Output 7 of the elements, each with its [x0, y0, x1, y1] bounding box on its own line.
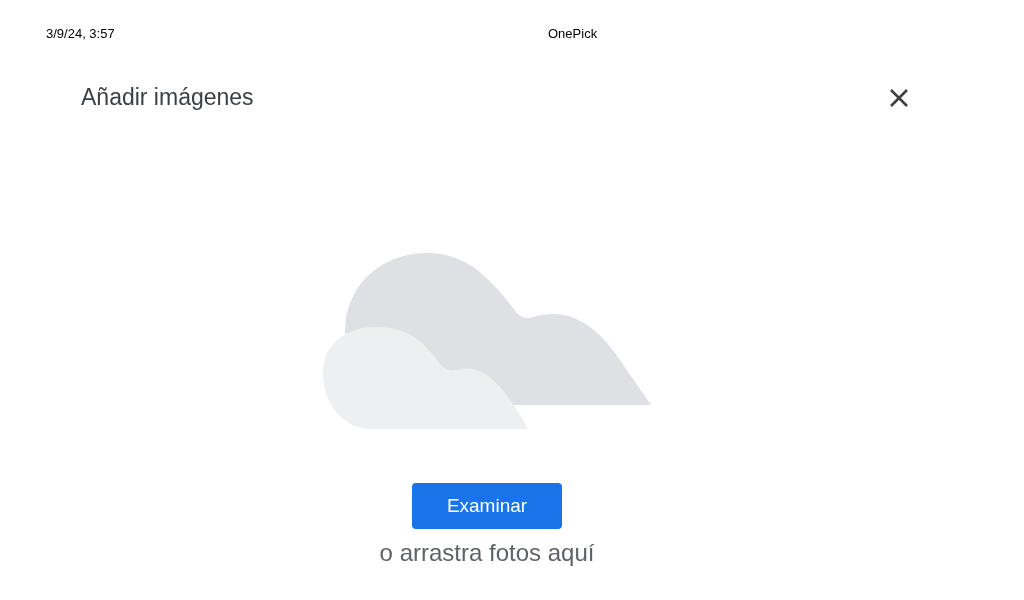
close-icon — [888, 86, 910, 109]
page-title: OnePick — [548, 26, 599, 43]
close-button[interactable] — [888, 86, 910, 109]
print-date: 3/9/24, 3:57 — [46, 26, 116, 43]
drop-hint: o arrastra fotos aquí — [379, 538, 595, 568]
browse-button[interactable]: Examinar — [412, 483, 562, 529]
dialog-title: Añadir imágenes — [81, 84, 254, 111]
